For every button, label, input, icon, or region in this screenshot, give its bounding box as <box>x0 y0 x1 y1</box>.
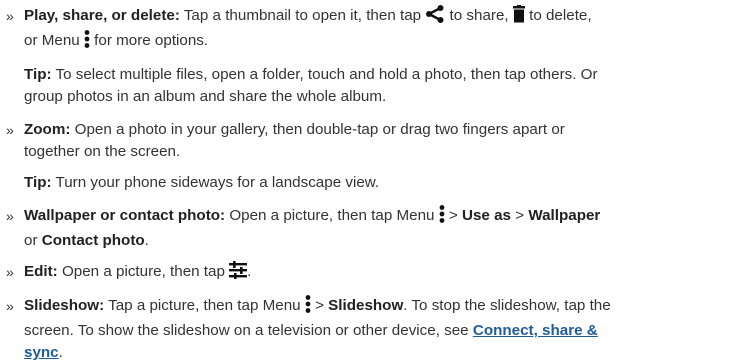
item-text: Open a picture, then tap <box>57 263 230 280</box>
item-text: together on the screen. <box>24 143 181 160</box>
list-item-slideshow: » Slideshow: Tap a picture, then tap Men… <box>0 295 740 364</box>
tip-paragraph: Tip: Turn your phone sideways for a land… <box>0 172 740 194</box>
item-text: > <box>310 297 329 314</box>
bullet-glyph: » <box>6 122 14 138</box>
bullet-glyph: » <box>6 8 14 24</box>
menu-option-contact-photo: Contact photo <box>41 232 145 249</box>
list-item-wallpaper: » Wallpaper or contact photo: Open a pic… <box>0 205 740 252</box>
bullet-glyph: » <box>6 264 14 280</box>
item-text: . <box>58 344 63 361</box>
item-text: > <box>444 207 463 224</box>
item-text: or <box>24 232 42 249</box>
item-text: Open a picture, then tap Menu <box>225 207 439 224</box>
list-item-edit: » Edit: Open a picture, then tap . <box>0 261 740 286</box>
menu-option-use-as: Use as <box>462 207 511 224</box>
item-text: > <box>511 207 529 224</box>
trash-icon <box>512 5 525 30</box>
item-title: Wallpaper or contact photo: <box>24 207 226 224</box>
tip-text: To select multiple files, open a folder,… <box>51 66 598 83</box>
item-title: Slideshow: <box>24 297 105 314</box>
list-item-zoom: » Zoom: Open a photo in your gallery, th… <box>0 119 740 163</box>
item-text: to delete, <box>524 7 592 24</box>
item-title: Edit: <box>24 263 58 280</box>
tune-sliders-icon <box>229 261 248 286</box>
item-text: Tap a thumbnail to open it, then tap <box>179 7 426 24</box>
connect-share-sync-link-cont[interactable]: sync <box>24 344 59 361</box>
item-text: to share, <box>445 7 513 24</box>
share-icon <box>425 5 445 30</box>
tip-label: Tip: <box>24 174 52 191</box>
item-text: Open a photo in your gallery, then doubl… <box>70 121 565 138</box>
document-page: » Play, share, or delete: Tap a thumbnai… <box>0 0 740 364</box>
item-text: Tap a picture, then tap Menu <box>104 297 305 314</box>
item-text: for more options. <box>89 32 209 49</box>
tip-paragraph: Tip: To select multiple files, open a fo… <box>0 64 740 108</box>
connect-share-sync-link[interactable]: Connect, share & <box>473 322 598 339</box>
item-text: or Menu <box>24 32 84 49</box>
bullet-glyph: » <box>6 208 14 224</box>
item-title: Zoom: <box>24 121 71 138</box>
item-text: screen. To show the slideshow on a telev… <box>24 322 473 339</box>
item-text: . <box>144 232 149 249</box>
tip-text: Turn your phone sideways for a landscape… <box>51 174 380 191</box>
tip-label: Tip: <box>24 66 52 83</box>
list-item-play-share-delete: » Play, share, or delete: Tap a thumbnai… <box>0 5 740 55</box>
tip-text: group photos in an album and share the w… <box>24 88 387 105</box>
item-text: . To stop the slideshow, tap the <box>403 297 611 314</box>
menu-option-wallpaper: Wallpaper <box>528 207 601 224</box>
menu-option-slideshow: Slideshow <box>328 297 404 314</box>
bullet-glyph: » <box>6 298 14 314</box>
item-text: . <box>247 263 252 280</box>
item-title: Play, share, or delete: <box>24 7 180 24</box>
